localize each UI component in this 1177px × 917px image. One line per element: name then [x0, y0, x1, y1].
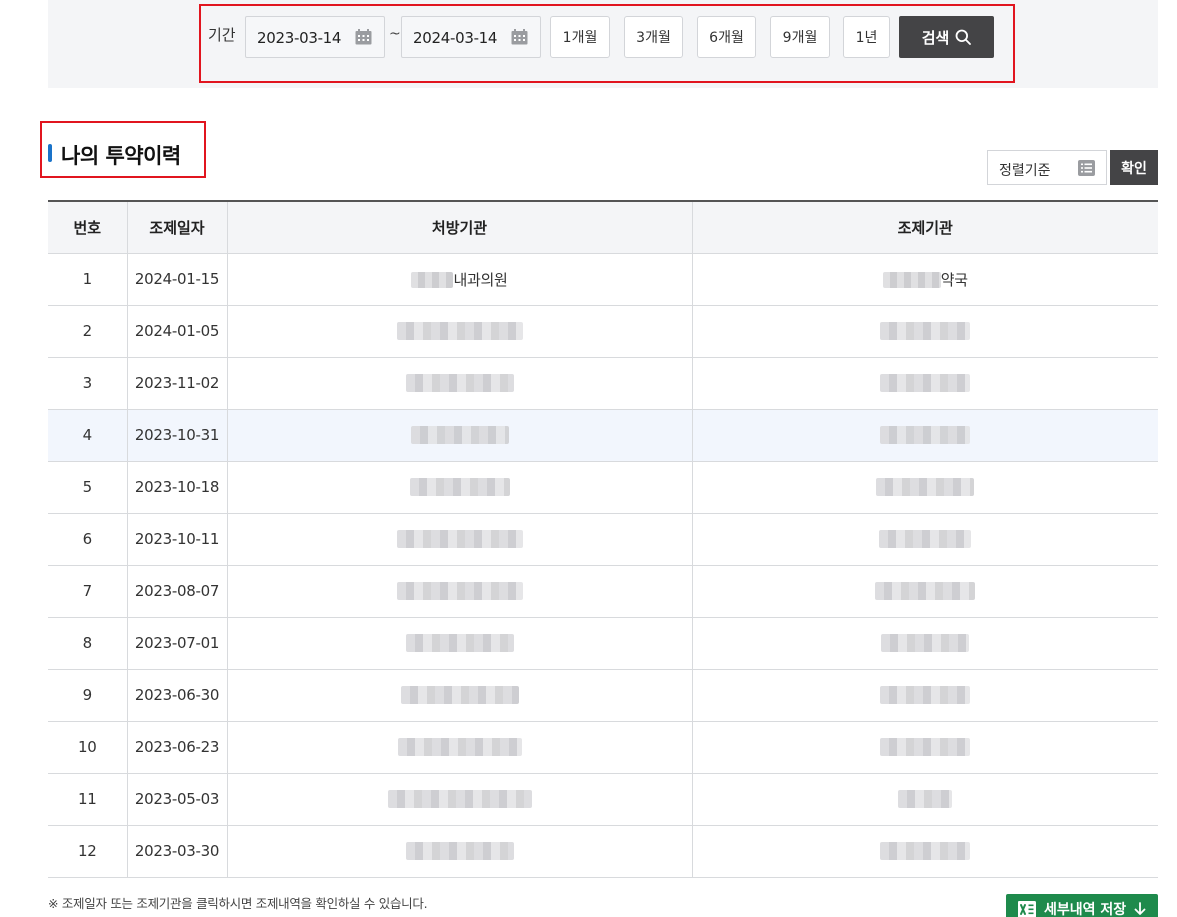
- prescriber-name: 내과의원: [453, 270, 508, 289]
- row-number: 7: [48, 565, 127, 618]
- row-number: 2: [48, 305, 127, 358]
- pharmacy-link[interactable]: [691, 305, 1158, 358]
- prescriber-cell: [226, 357, 692, 410]
- prescriber-cell: [226, 461, 692, 514]
- pharmacy-link[interactable]: [691, 617, 1158, 670]
- end-date-value: 2024-03-14: [413, 29, 498, 47]
- pharmacy-link[interactable]: [691, 773, 1158, 826]
- table-row[interactable]: 11 2023-05-03: [48, 773, 1158, 826]
- pharmacy-link[interactable]: [691, 357, 1158, 410]
- pharmacy-link[interactable]: [691, 513, 1158, 566]
- col-header-number: 번호: [48, 201, 127, 254]
- pharmacy-name: 약국: [940, 270, 968, 289]
- excel-download-label: 세부내역 저장: [1044, 902, 1127, 917]
- dispense-date-link[interactable]: 2023-10-31: [126, 409, 227, 462]
- pharmacy-link[interactable]: [691, 409, 1158, 462]
- table-row[interactable]: 1 2024-01-15 내과의원 약국: [48, 253, 1158, 306]
- row-number: 5: [48, 461, 127, 514]
- row-number: 4: [48, 409, 127, 462]
- row-number: 11: [48, 773, 127, 826]
- sort-confirm-button[interactable]: 확인: [1110, 150, 1158, 185]
- dispense-date-link[interactable]: 2023-06-23: [126, 721, 227, 774]
- prescriber-cell: [226, 825, 692, 878]
- col-header-pharmacy: 조제기관: [691, 201, 1158, 254]
- table-row[interactable]: 12 2023-03-30: [48, 825, 1158, 878]
- excel-download-button[interactable]: 세부내역 저장: [1006, 894, 1158, 917]
- prescriber-cell: [226, 773, 692, 826]
- dispense-date-link[interactable]: 2023-10-18: [126, 461, 227, 514]
- dispense-date-link[interactable]: 2023-07-01: [126, 617, 227, 670]
- pharmacy-link[interactable]: [691, 721, 1158, 774]
- sort-select-label: 정렬기준: [999, 163, 1051, 179]
- prescriber-cell: [226, 617, 692, 670]
- excel-icon: [1018, 900, 1036, 917]
- prescriber-cell: [226, 565, 692, 618]
- dispense-date-link[interactable]: 2023-10-11: [126, 513, 227, 566]
- list-icon: [1078, 160, 1095, 176]
- search-button-label: 검색: [921, 28, 950, 47]
- calendar-icon[interactable]: [355, 29, 372, 45]
- dispense-date-link[interactable]: 2024-01-15: [126, 253, 227, 306]
- table-footnote: ※ 조제일자 또는 조제기관을 클릭하시면 조제내역을 확인하실 수 있습니다.: [48, 896, 428, 911]
- col-header-prescriber: 처방기관: [226, 201, 692, 254]
- period-1-month-button[interactable]: 1개월: [550, 16, 610, 58]
- start-date-input[interactable]: 2023-03-14: [245, 16, 385, 58]
- prescriber-cell: [226, 305, 692, 358]
- arrow-down-icon: [1134, 902, 1146, 915]
- period-1-year-button[interactable]: 1년: [843, 16, 890, 58]
- table-row[interactable]: 6 2023-10-11: [48, 513, 1158, 566]
- table-row[interactable]: 9 2023-06-30: [48, 669, 1158, 722]
- page-title: 나의 투약이력: [61, 144, 181, 168]
- pharmacy-link[interactable]: [691, 825, 1158, 878]
- calendar-icon[interactable]: [511, 29, 528, 45]
- table-row[interactable]: 4 2023-10-31: [48, 409, 1158, 462]
- dispense-date-link[interactable]: 2023-06-30: [126, 669, 227, 722]
- search-icon: [955, 29, 972, 45]
- row-number: 9: [48, 669, 127, 722]
- period-label: 기간: [208, 26, 236, 44]
- dispense-date-link[interactable]: 2023-11-02: [126, 357, 227, 410]
- table-row[interactable]: 5 2023-10-18: [48, 461, 1158, 514]
- sort-select[interactable]: 정렬기준: [987, 150, 1107, 185]
- table-row[interactable]: 2 2024-01-05: [48, 305, 1158, 358]
- row-number: 12: [48, 825, 127, 878]
- prescriber-cell: [226, 721, 692, 774]
- date-separator: ~: [389, 26, 401, 42]
- row-number: 1: [48, 253, 127, 306]
- prescriber-cell: [226, 409, 692, 462]
- period-3-month-button[interactable]: 3개월: [624, 16, 683, 58]
- row-number: 8: [48, 617, 127, 670]
- table-row[interactable]: 10 2023-06-23: [48, 721, 1158, 774]
- table-row[interactable]: 7 2023-08-07: [48, 565, 1158, 618]
- prescriber-cell: 내과의원: [226, 253, 692, 306]
- start-date-value: 2023-03-14: [257, 29, 342, 47]
- dispense-date-link[interactable]: 2024-01-05: [126, 305, 227, 358]
- search-button[interactable]: 검색: [899, 16, 994, 58]
- prescriber-cell: [226, 513, 692, 566]
- row-number: 10: [48, 721, 127, 774]
- table-row[interactable]: 8 2023-07-01: [48, 617, 1158, 670]
- period-6-month-button[interactable]: 6개월: [697, 16, 756, 58]
- row-number: 3: [48, 357, 127, 410]
- pharmacy-link[interactable]: [691, 461, 1158, 514]
- dispense-date-link[interactable]: 2023-03-30: [126, 825, 227, 878]
- table-header-row: 번호 조제일자 처방기관 조제기관: [48, 201, 1158, 254]
- pharmacy-link[interactable]: [691, 669, 1158, 722]
- dispense-date-link[interactable]: 2023-08-07: [126, 565, 227, 618]
- prescriber-cell: [226, 669, 692, 722]
- pharmacy-link[interactable]: 약국: [691, 253, 1158, 306]
- dispense-date-link[interactable]: 2023-05-03: [126, 773, 227, 826]
- row-number: 6: [48, 513, 127, 566]
- period-9-month-button[interactable]: 9개월: [770, 16, 830, 58]
- pharmacy-link[interactable]: [691, 565, 1158, 618]
- title-accent-bar: [48, 144, 52, 162]
- medication-history-table: 번호 조제일자 처방기관 조제기관 1 2024-01-15 내과의원 약국 2…: [48, 200, 1158, 878]
- end-date-input[interactable]: 2024-03-14: [401, 16, 541, 58]
- table-row[interactable]: 3 2023-11-02: [48, 357, 1158, 410]
- col-header-date: 조제일자: [126, 201, 227, 254]
